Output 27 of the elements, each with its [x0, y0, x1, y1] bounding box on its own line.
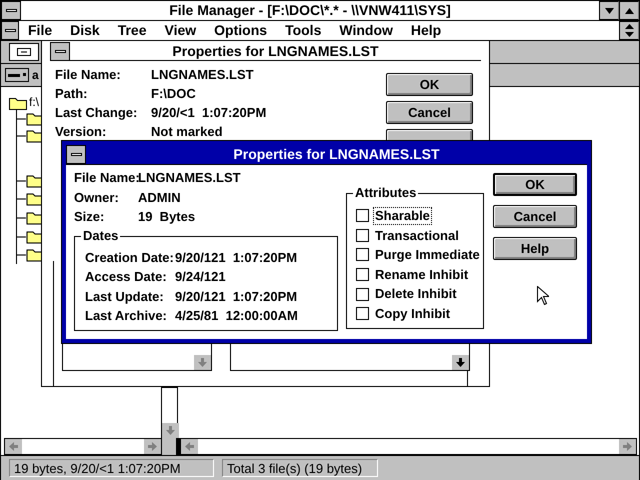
status-text: Total 3 file(s) (19 bytes) — [222, 459, 378, 477]
field-label: Creation Date: — [85, 250, 175, 266]
window-title: File Manager - [F:\DOC\*.* - \\VNW411\SYS] — [168, 2, 452, 19]
field-value: 9/24/121 — [175, 269, 226, 286]
field-value: 9/20/121 1:07:20PM — [175, 288, 298, 306]
field-label: Access Date: — [85, 269, 168, 286]
field-label: Last Change: — [55, 105, 138, 122]
field-value: 4/25/81 12:00:00AM — [175, 308, 298, 325]
field-value: ADMIN — [138, 190, 181, 206]
field-label: Owner: — [74, 190, 120, 206]
dialog-title: Properties for LNGNAMES.LST — [171, 42, 380, 60]
status-text: 19 bytes, 9/20/<1 1:07:20PM — [9, 459, 214, 477]
field-value: LNGNAMES.LST — [138, 170, 241, 187]
field-label: Version: — [55, 124, 108, 141]
field-label: Path: — [55, 86, 88, 103]
field-label: Last Update: — [85, 288, 165, 306]
field-label: Size: — [74, 209, 106, 226]
field-value: F:\DOC — [151, 86, 196, 103]
field-label: File Name: — [74, 170, 138, 187]
field-label: Last Archive: — [85, 308, 168, 325]
field-label: File Name: — [55, 67, 122, 84]
field-value: LNGNAMES.LST — [151, 67, 254, 84]
field-value: 9/20/121 1:07:20PM — [175, 250, 298, 266]
field-value: Not marked — [151, 124, 223, 141]
field-value: 19 Bytes — [138, 209, 196, 226]
dialog-title: Properties for LNGNAMES.LST — [232, 146, 441, 163]
field-value: 9/20/<1 1:07:20PM — [151, 105, 266, 122]
